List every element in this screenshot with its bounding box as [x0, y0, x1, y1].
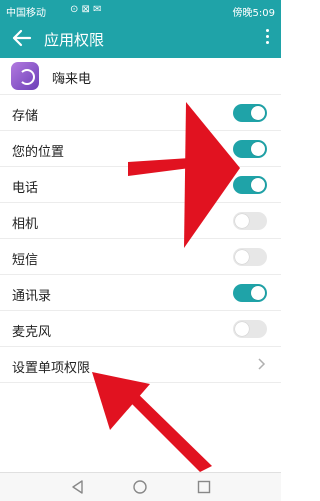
permission-label: 电话 — [12, 181, 39, 196]
microphone-toggle[interactable] — [233, 320, 267, 338]
status-icons: ⊙ ⊠ ✉ — [70, 4, 102, 15]
sms-toggle[interactable] — [233, 248, 267, 266]
navigation-bar — [0, 472, 281, 501]
more-menu-icon[interactable] — [261, 26, 273, 50]
permission-label: 相机 — [12, 217, 39, 232]
permission-label: 短信 — [12, 253, 39, 268]
camera-toggle[interactable] — [233, 212, 267, 230]
back-arrow-icon[interactable] — [10, 26, 32, 50]
app-icon — [11, 62, 39, 90]
permission-label: 通讯录 — [12, 289, 52, 304]
nav-recents-icon[interactable] — [196, 479, 212, 495]
permission-row-contacts[interactable]: 通讯录 — [0, 274, 281, 310]
status-time: 傍晚5:09 — [232, 8, 275, 19]
arrow-up-annotation — [92, 372, 212, 472]
app-bar: 应用权限 — [0, 20, 281, 58]
permission-label: 存储 — [12, 109, 39, 124]
permission-row-sms[interactable]: 短信 — [0, 238, 281, 274]
storage-toggle[interactable] — [233, 104, 267, 122]
app-header: 嗨来电 — [0, 58, 281, 94]
nav-back-icon[interactable] — [70, 479, 86, 495]
carrier-label: 中国移动 — [6, 8, 46, 19]
nav-home-icon[interactable] — [132, 479, 148, 495]
permission-row-camera[interactable]: 相机 — [0, 202, 281, 238]
app-name: 嗨来电 — [52, 72, 92, 87]
single-permission-label: 设置单项权限 — [12, 361, 91, 376]
permission-row-phone[interactable]: 电话 — [0, 166, 281, 202]
permission-label: 麦克风 — [12, 325, 52, 340]
single-permission-row[interactable]: 设置单项权限 — [0, 346, 281, 383]
chevron-right-icon — [258, 358, 266, 370]
page-title: 应用权限 — [44, 31, 105, 49]
permission-row-microphone[interactable]: 麦克风 — [0, 310, 281, 346]
permission-label: 您的位置 — [12, 145, 65, 160]
permission-row-location[interactable]: 您的位置 — [0, 130, 281, 166]
phone-toggle[interactable] — [233, 176, 267, 194]
status-bar: 中国移动 ⊙ ⊠ ✉ 傍晚5:09 — [0, 0, 281, 20]
contacts-toggle[interactable] — [233, 284, 267, 302]
location-toggle[interactable] — [233, 140, 267, 158]
permission-row-storage[interactable]: 存储 — [0, 94, 281, 130]
